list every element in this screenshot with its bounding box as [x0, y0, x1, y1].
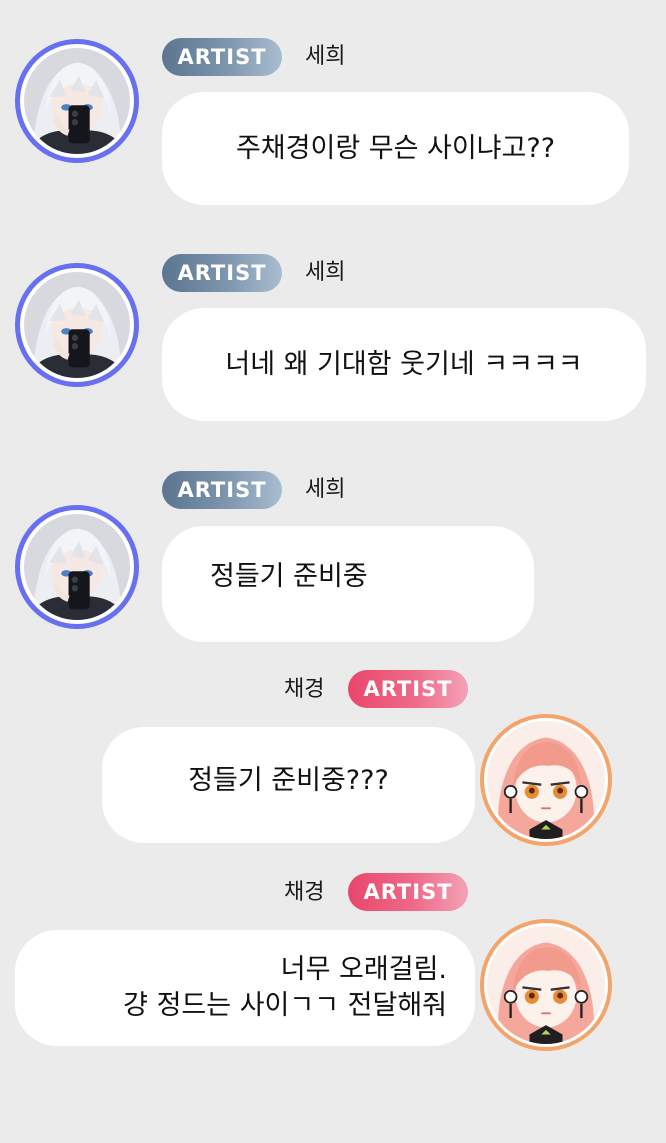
message-bubble[interactable]: 정들기 준비중 [162, 526, 534, 642]
message-text-line: 너무 오래걸림. [280, 954, 447, 985]
artist-badge: ARTIST [162, 254, 282, 292]
avatar[interactable] [15, 263, 139, 387]
message-text: 너무 오래걸림. 걍 정드는 사이ㄱㄱ 전달해줘 [15, 952, 475, 1024]
silver-haired-avatar-icon [24, 514, 130, 620]
avatar[interactable] [480, 919, 612, 1051]
sender-name: 채경 [284, 677, 325, 702]
avatar[interactable] [15, 39, 139, 163]
silver-haired-avatar-icon [24, 48, 130, 154]
message-text-line: 걍 정드는 사이ㄱㄱ 전달해줘 [123, 990, 447, 1021]
message-text: 주채경이랑 무슨 사이냐고?? [235, 132, 556, 164]
sender-name: 세희 [305, 260, 346, 285]
message-text: 정들기 준비중??? [188, 765, 389, 796]
message-bubble[interactable]: 너네 왜 기대함 웃기네 ㅋㅋㅋㅋ [162, 308, 646, 421]
message-bubble[interactable]: 너무 오래걸림. 걍 정드는 사이ㄱㄱ 전달해줘 [15, 930, 475, 1046]
message-text: 정들기 준비중 [210, 561, 368, 592]
avatar[interactable] [15, 505, 139, 629]
artist-badge: ARTIST [348, 670, 468, 708]
artist-badge: ARTIST [162, 38, 282, 76]
sender-name: 세희 [305, 44, 346, 69]
pink-haired-avatar-icon [487, 926, 605, 1044]
pink-haired-avatar-icon [487, 721, 605, 839]
sender-name: 세희 [305, 477, 346, 502]
avatar[interactable] [480, 714, 612, 846]
artist-badge: ARTIST [162, 471, 282, 509]
sender-name: 채경 [284, 880, 325, 905]
silver-haired-avatar-icon [24, 272, 130, 378]
artist-badge: ARTIST [348, 873, 468, 911]
message-bubble[interactable]: 정들기 준비중??? [102, 727, 475, 843]
message-text: 너네 왜 기대함 웃기네 ㅋㅋㅋㅋ [225, 348, 583, 380]
message-bubble[interactable]: 주채경이랑 무슨 사이냐고?? [162, 92, 629, 205]
